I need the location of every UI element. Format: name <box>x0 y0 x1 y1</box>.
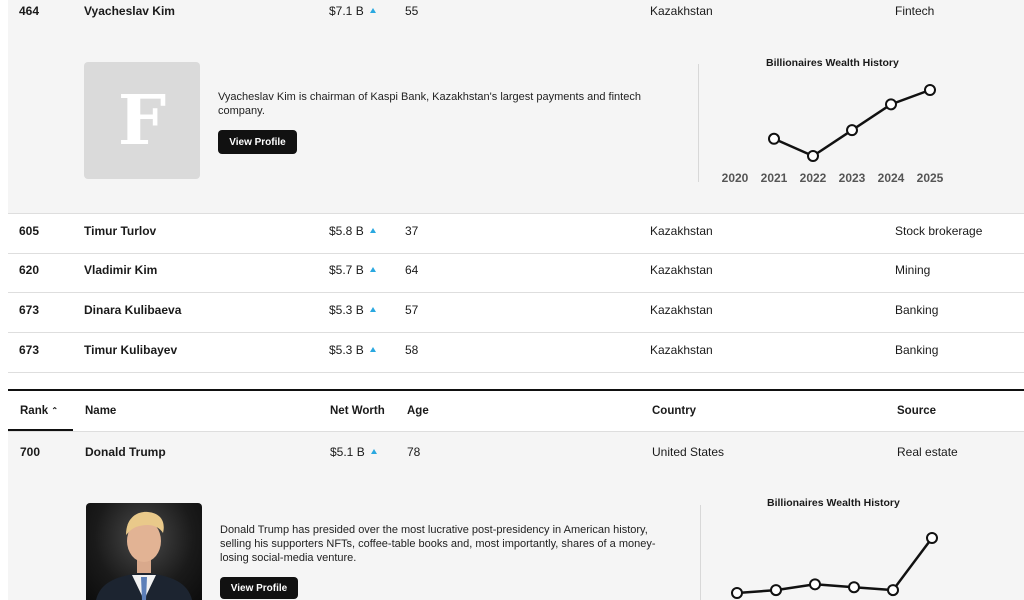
up-triangle-icon <box>370 449 377 454</box>
data-point[interactable] <box>731 587 743 599</box>
data-point[interactable] <box>768 132 780 145</box>
row-source: Mining <box>895 263 931 277</box>
row-net-worth: $5.1 B <box>330 445 377 459</box>
data-point[interactable] <box>846 124 858 137</box>
row-divider <box>8 372 1024 373</box>
row-source: Fintech <box>895 4 935 18</box>
header-net-worth[interactable]: Net Worth <box>330 405 385 417</box>
row-net-worth: $5.3 B <box>329 303 376 317</box>
header-name[interactable]: Name <box>85 405 116 417</box>
row-source: Banking <box>895 343 939 357</box>
data-point[interactable] <box>885 98 897 111</box>
row-country: United States <box>652 445 725 459</box>
row-name[interactable]: Timur Turlov <box>84 224 156 238</box>
row-country: Kazakhstan <box>650 224 713 238</box>
row-name[interactable]: Vyacheslav Kim <box>84 4 175 18</box>
row-age: 78 <box>407 445 421 459</box>
net-worth-value: $7.1 B <box>329 4 364 18</box>
row-net-worth: $5.8 B <box>329 224 376 238</box>
bottom-section: Rank ⌃ Name Net Worth Age Country Source… <box>0 391 1024 600</box>
row-name[interactable]: Dinara Kulibaeva <box>84 303 181 317</box>
view-profile-button[interactable]: View Profile <box>220 577 298 599</box>
up-triangle-icon <box>369 267 376 272</box>
chart-title: Billionaires Wealth History <box>767 497 900 509</box>
row-divider <box>8 213 1024 214</box>
net-worth-value: $5.8 B <box>329 224 364 238</box>
row-net-worth: $5.3 B <box>329 343 376 357</box>
row-country: Kazakhstan <box>650 4 713 18</box>
up-triangle-icon <box>369 347 376 352</box>
row-rank: 700 <box>20 445 41 459</box>
wealth-history-chart: 2020 2021 2022 2023 2024 2025 <box>722 84 944 185</box>
row-age: 57 <box>405 303 419 317</box>
wealth-history-chart <box>731 532 938 599</box>
header-age[interactable]: Age <box>407 405 429 417</box>
placeholder-initial: F <box>117 80 167 161</box>
panel-divider <box>698 64 699 182</box>
data-point[interactable] <box>770 584 782 597</box>
panel-divider <box>700 505 701 600</box>
data-point[interactable] <box>926 532 938 544</box>
x-tick-label: 2020 <box>722 171 749 185</box>
view-profile-button[interactable]: View Profile <box>218 130 297 154</box>
row-rank: 620 <box>19 263 40 277</box>
row-source: Real estate <box>897 445 958 459</box>
x-tick-label: 2025 <box>917 171 944 185</box>
row-divider <box>8 332 1024 333</box>
row-country: Kazakhstan <box>650 263 713 277</box>
row-name[interactable]: Donald Trump <box>85 445 166 459</box>
row-age: 55 <box>405 4 419 18</box>
data-point[interactable] <box>887 584 899 597</box>
up-triangle-icon <box>369 228 376 233</box>
data-point[interactable] <box>807 150 819 162</box>
row-name[interactable]: Vladimir Kim <box>84 263 157 277</box>
row-rank: 605 <box>19 224 40 238</box>
row-divider <box>8 292 1024 293</box>
row-country: Kazakhstan <box>650 303 713 317</box>
top-section: 464 Vyacheslav Kim $7.1 B 55 Kazakhstan … <box>0 0 1024 373</box>
header-country[interactable]: Country <box>652 405 696 417</box>
net-worth-value: $5.3 B <box>329 303 364 317</box>
profile-description: Donald Trump has presided over the most … <box>220 524 656 564</box>
row-age: 37 <box>405 224 419 238</box>
row-rank: 673 <box>19 343 40 357</box>
row-source: Banking <box>895 303 939 317</box>
x-tick-label: 2023 <box>839 171 866 185</box>
series-line <box>773 88 931 158</box>
x-tick-label: 2024 <box>878 171 905 185</box>
header-rank-label: Rank <box>20 405 49 417</box>
row-net-worth: $7.1 B <box>329 4 376 18</box>
net-worth-value: $5.7 B <box>329 263 364 277</box>
row-age: 64 <box>405 263 419 277</box>
x-tick-label: 2021 <box>761 171 788 185</box>
profile-placeholder-image: F <box>84 62 200 179</box>
net-worth-value: $5.3 B <box>329 343 364 357</box>
header-source[interactable]: Source <box>897 405 936 417</box>
row-rank: 464 <box>19 4 40 18</box>
chart-title: Billionaires Wealth History <box>766 57 899 69</box>
row-net-worth: $5.7 B <box>329 263 376 277</box>
row-source: Stock brokerage <box>895 224 983 238</box>
row-name[interactable]: Timur Kulibayev <box>84 343 177 357</box>
profile-description: Vyacheslav Kim is chairman of Kaspi Bank… <box>218 91 641 117</box>
row-divider <box>8 253 1024 254</box>
x-tick-label: 2022 <box>800 171 827 185</box>
up-triangle-icon <box>369 8 376 13</box>
row-age: 58 <box>405 343 419 357</box>
row-country: Kazakhstan <box>650 343 713 357</box>
profile-photo <box>86 503 202 600</box>
up-triangle-icon <box>369 307 376 312</box>
data-point[interactable] <box>848 581 860 594</box>
header-rank[interactable]: Rank ⌃ <box>20 405 58 417</box>
series-line <box>736 537 934 595</box>
net-worth-value: $5.1 B <box>330 445 365 459</box>
data-point[interactable] <box>809 578 821 591</box>
row-rank: 673 <box>19 303 40 317</box>
sort-caret-icon: ⌃ <box>51 406 59 415</box>
data-point[interactable] <box>924 84 936 96</box>
